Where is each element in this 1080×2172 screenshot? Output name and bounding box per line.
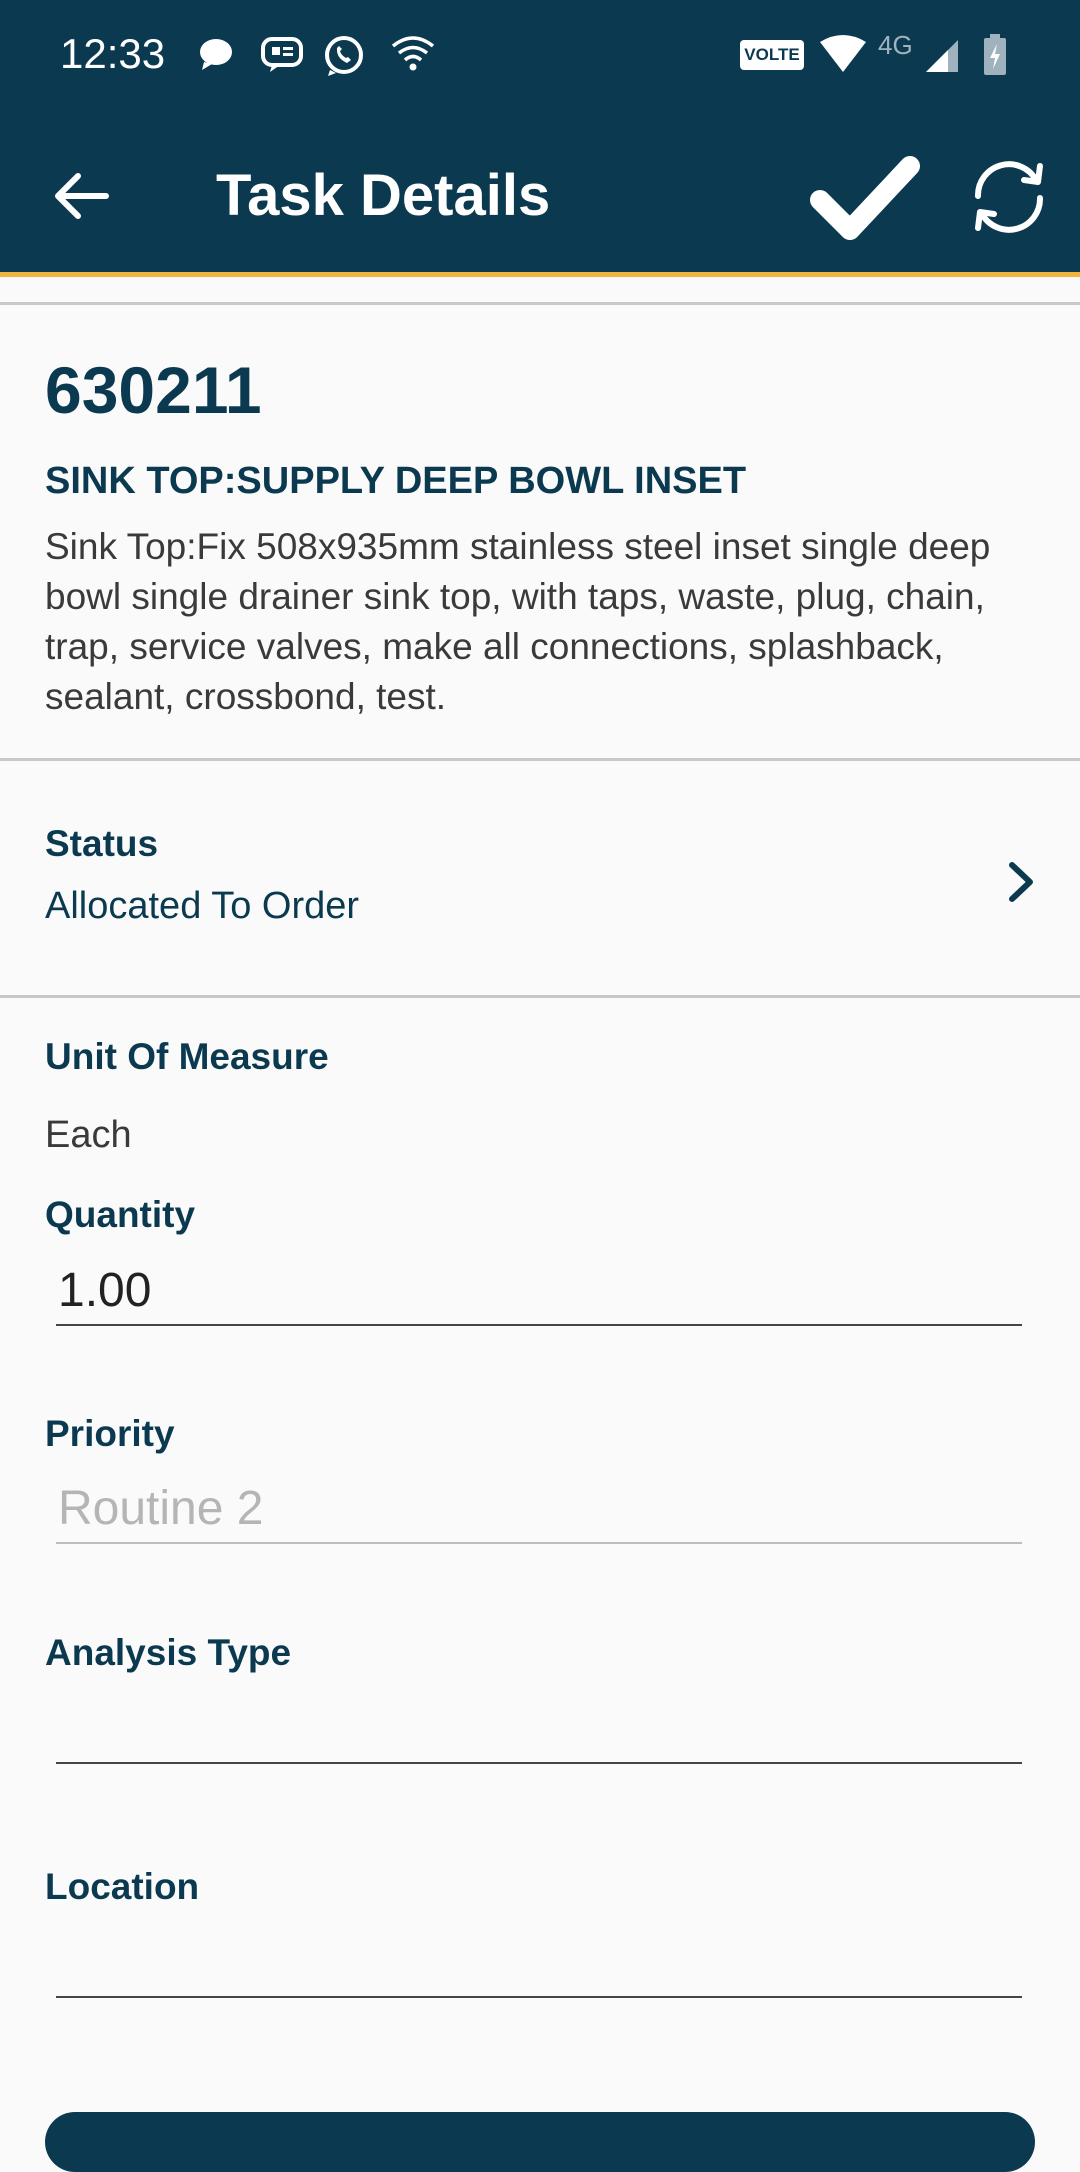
task-description: Sink Top:Fix 508x935mm stainless steel i…: [45, 526, 991, 717]
location-label: Location: [45, 1866, 200, 1907]
location-input[interactable]: [56, 1928, 1022, 1998]
unit-of-measure-value: Each: [45, 1114, 132, 1156]
whatsapp-icon: [325, 36, 363, 76]
status-bar: 12:33 VOLTE 4G: [0, 0, 1080, 112]
back-arrow-icon[interactable]: [50, 164, 114, 228]
page-title: Task Details: [216, 163, 551, 228]
bottom-action-button[interactable]: [45, 2112, 1035, 2172]
app-bar: Task Details: [0, 112, 1080, 277]
unit-of-measure-label: Unit Of Measure: [45, 1036, 329, 1077]
wifi-signal-icon: [820, 35, 866, 72]
divider: [0, 995, 1080, 998]
checkmark-icon[interactable]: [810, 152, 920, 242]
divider: [0, 302, 1080, 305]
quantity-label: Quantity: [45, 1194, 196, 1235]
divider: [0, 758, 1080, 761]
quantity-input[interactable]: 1.00: [56, 1256, 1022, 1326]
chevron-right-icon: [1009, 862, 1033, 902]
priority-label: Priority: [45, 1413, 175, 1454]
analysis-type-input[interactable]: [56, 1694, 1022, 1764]
message-icon: [200, 39, 232, 70]
status-label: Status: [45, 823, 159, 864]
task-number: 630211: [45, 353, 262, 427]
chat-icon: [261, 37, 303, 72]
network-type: 4G: [878, 30, 913, 60]
analysis-type-label: Analysis Type: [45, 1632, 292, 1673]
status-row[interactable]: Status Allocated To Order: [0, 763, 1080, 995]
volte-badge: VOLTE: [740, 40, 804, 70]
wifi-icon: [391, 36, 435, 71]
battery-icon: [984, 34, 1006, 75]
task-title: SINK TOP:SUPPLY DEEP BOWL INSET: [45, 460, 747, 502]
status-value: Allocated To Order: [45, 885, 360, 927]
cell-signal-icon: [926, 40, 958, 72]
status-time: 12:33: [60, 30, 166, 77]
refresh-icon[interactable]: [968, 156, 1050, 238]
priority-input[interactable]: Routine 2: [56, 1474, 1022, 1544]
